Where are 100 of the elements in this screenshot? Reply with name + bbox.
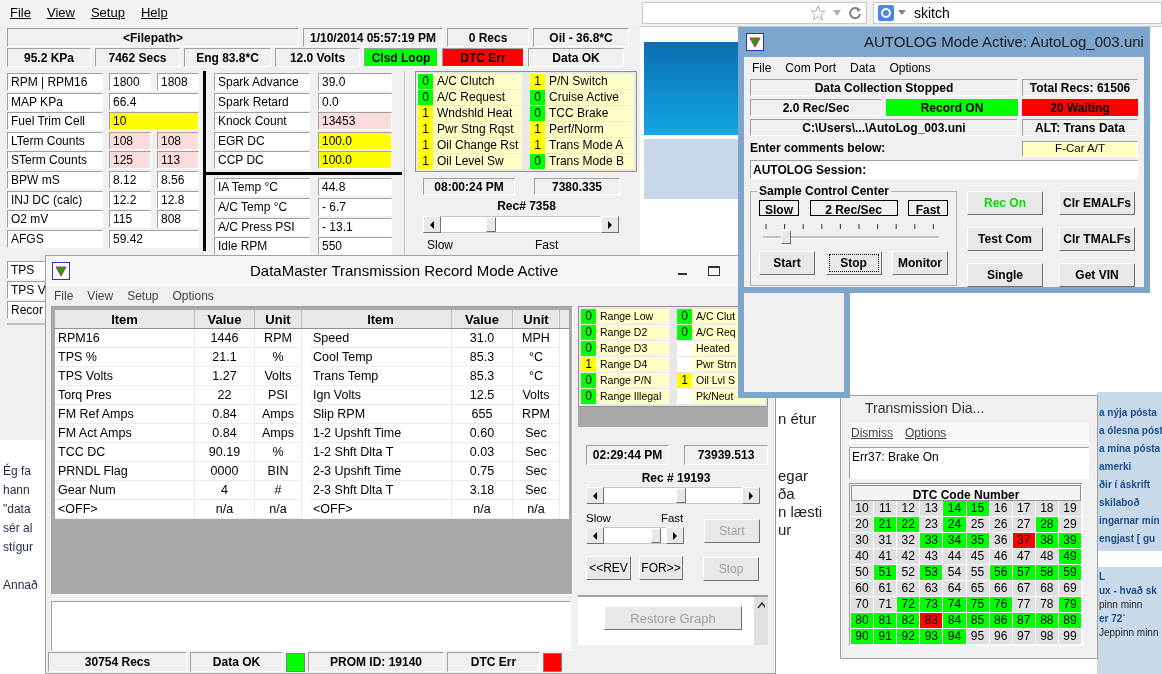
param-label: LTerm Counts	[7, 131, 103, 150]
flag-value: 1	[677, 373, 692, 388]
sidebar-link[interactable]: pinn minn	[1099, 598, 1162, 612]
flag-value: 1	[418, 138, 433, 153]
action-button[interactable]: Single	[967, 263, 1043, 287]
sidebar-link[interactable]: skilaboð	[1099, 494, 1162, 512]
scroll-left-button[interactable]	[586, 487, 604, 504]
status-field: DTC Err	[447, 652, 540, 672]
dtc-code-cell: 77	[1012, 597, 1035, 612]
slider-thumb[interactable]	[675, 488, 686, 503]
window-title: AUTOLOG Mode Active: AutoLog_003.uni	[864, 31, 1144, 52]
slider-thumb[interactable]	[650, 528, 661, 544]
dtc-code-cell: 59	[1058, 565, 1081, 580]
sidebar-link[interactable]: ux - hvað sk	[1099, 584, 1162, 598]
menu-item[interactable]: Dismiss	[851, 424, 893, 442]
action-button[interactable]: Clr TMALFs	[1059, 227, 1135, 251]
flag-label: Range D4	[599, 358, 648, 371]
sidebar-link[interactable]: er 72`	[1099, 612, 1162, 626]
param-value: - 13.1	[318, 217, 392, 236]
sidebar-link[interactable]: a ólesna póst	[1099, 422, 1162, 440]
header-field: 1/10/2014 05:57:19 PM	[303, 28, 443, 47]
control-button[interactable]: Monitor	[892, 251, 948, 275]
search-engine-icon[interactable]	[878, 5, 894, 21]
flag-label: Cruise Active	[548, 91, 620, 104]
control-button[interactable]: Start	[759, 251, 815, 275]
sidebar-link[interactable]: a nýja pósta	[1099, 404, 1162, 422]
dtc-code-cell: 29	[1058, 517, 1081, 532]
menu-item[interactable]: Setup	[90, 3, 125, 23]
menu-item[interactable]: Setup	[127, 287, 159, 305]
slider-thumb[interactable]	[486, 217, 496, 232]
sidebar-link[interactable]: Jeppinn minn	[1099, 626, 1162, 640]
action-button[interactable]: Get VIN	[1059, 263, 1135, 287]
dtc-code-cell: 18	[1035, 501, 1058, 516]
search-field[interactable]: skitch	[873, 2, 1162, 24]
menu-item[interactable]: File	[752, 59, 772, 77]
dtc-code-cell: 56	[989, 565, 1012, 580]
menu-item[interactable]: View	[46, 3, 75, 23]
page-text: ur	[778, 521, 793, 539]
dtc-code-cell: 54	[943, 565, 966, 580]
dtc-code-cell: 53	[920, 565, 943, 580]
dtc-code-cell: 55	[966, 565, 989, 580]
slider-thumb[interactable]	[781, 230, 792, 244]
dtc-code-cell: 57	[1012, 565, 1035, 580]
rate-label: 2 Rec/Sec	[809, 200, 898, 216]
sidebar-link[interactable]: ðir í áskrift	[1099, 476, 1162, 494]
flag-label: Perf/Norm	[548, 123, 604, 136]
scroll-left-button[interactable]	[423, 216, 441, 233]
dtc-code-cell: 22	[897, 517, 920, 532]
column-header: Unit	[255, 310, 302, 328]
scroll-right-button[interactable]	[742, 487, 760, 504]
maximize-icon[interactable]	[708, 266, 721, 276]
comment-field[interactable]: AUTOLOG Session:	[750, 160, 1138, 179]
sidebar-link[interactable]: amerki	[1099, 458, 1162, 476]
scroll-left-button[interactable]	[586, 527, 604, 545]
nav-button[interactable]: FOR>>	[639, 556, 683, 581]
flag-label: Range D3	[599, 342, 648, 355]
status-field: Data Collection Stopped	[750, 79, 1018, 96]
control-button[interactable]: Stop	[825, 251, 882, 275]
dropdown-icon[interactable]	[898, 10, 906, 16]
dtc-code-cell: 34	[943, 533, 966, 548]
flag-value: 0	[418, 90, 433, 105]
flag-label: A/C Req	[695, 326, 736, 339]
menu-item[interactable]: File	[10, 3, 31, 23]
sidebar-link[interactable]: ingarnar mín	[1099, 512, 1162, 530]
menu-item[interactable]: Com Port	[785, 59, 837, 77]
notes-field[interactable]	[51, 601, 571, 651]
fast-label: Fast	[660, 511, 684, 526]
address-field[interactable]	[642, 2, 867, 24]
flag-value: 1	[418, 154, 433, 169]
menu-item[interactable]: Options	[905, 424, 947, 442]
left-arrow-icon	[591, 530, 599, 541]
right-arrow-icon	[747, 490, 755, 501]
dtc-code-cell: 40	[851, 549, 874, 564]
sidebar-link[interactable]: a mína pósta	[1099, 440, 1162, 458]
dtc-code-cell: 61	[874, 581, 897, 596]
time-field: 02:29:44 PM	[586, 445, 669, 465]
menu-item[interactable]: Options	[889, 59, 931, 77]
dtc-code-cell: 78	[1035, 597, 1058, 612]
reload-icon[interactable]	[848, 6, 862, 20]
sidebar-link[interactable]: L	[1099, 570, 1162, 584]
dtc-code-cell: 92	[897, 629, 920, 644]
menu-item[interactable]: Options	[172, 287, 214, 305]
flag-value: 0	[581, 341, 596, 356]
param-value: 66.4	[109, 92, 199, 111]
sidebar-link[interactable]: engjast [ gu	[1099, 530, 1162, 548]
dtc-code-cell: 70	[851, 597, 874, 612]
nav-button[interactable]: <<REV	[586, 556, 631, 581]
dtc-code-cell: 25	[966, 517, 989, 532]
star-icon[interactable]	[810, 5, 826, 21]
scroll-right-button[interactable]	[666, 527, 684, 545]
dtc-code-cell: 91	[874, 629, 897, 644]
param-label: EGR DC	[214, 131, 310, 150]
rate-slider[interactable]	[763, 230, 939, 244]
scroll-right-button[interactable]	[601, 216, 619, 233]
param-value: 115	[109, 210, 151, 229]
dtc-code-cell: 75	[966, 597, 989, 612]
action-button[interactable]: Clr EMALFs	[1059, 191, 1135, 215]
menu-item[interactable]: Data	[850, 59, 876, 77]
menu-item[interactable]: Help	[140, 3, 168, 23]
action-button[interactable]: Test Com	[967, 227, 1043, 251]
